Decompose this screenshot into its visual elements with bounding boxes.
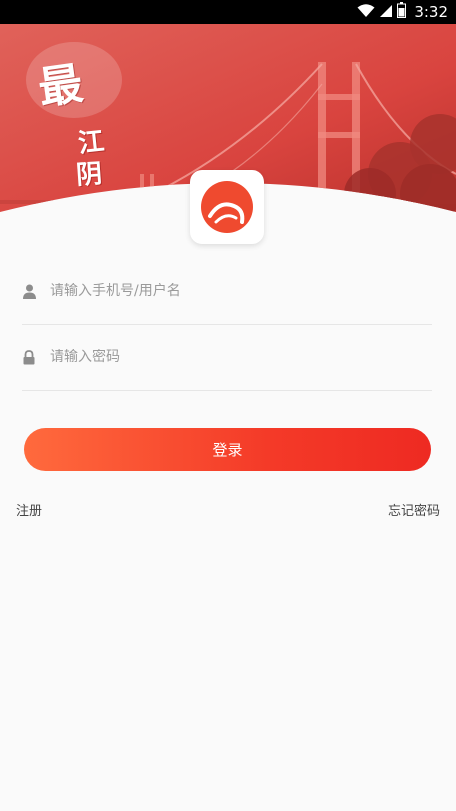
username-input[interactable]	[50, 283, 390, 299]
battery-icon	[397, 2, 407, 22]
wifi-icon	[357, 3, 375, 22]
status-time: 3:32	[414, 3, 448, 21]
login-button[interactable]: 登录	[24, 428, 431, 471]
calligraphy-char-3: 阴	[75, 159, 104, 191]
app-logo-icon	[201, 181, 253, 233]
calligraphy-char-big: 最	[35, 58, 86, 115]
forgot-password-link[interactable]: 忘记密码	[388, 500, 440, 519]
register-link[interactable]: 注册	[16, 500, 42, 519]
status-bar: 3:32	[0, 0, 456, 24]
user-icon	[22, 283, 36, 299]
app-logo	[190, 170, 264, 244]
signal-icon	[379, 3, 393, 22]
lock-icon	[22, 349, 36, 365]
calligraphy-title: 最 江 阴	[26, 42, 126, 191]
status-icons: 3:32	[357, 0, 448, 24]
username-field-row	[22, 258, 432, 325]
password-input[interactable]	[50, 349, 390, 365]
password-field-row	[22, 324, 432, 391]
